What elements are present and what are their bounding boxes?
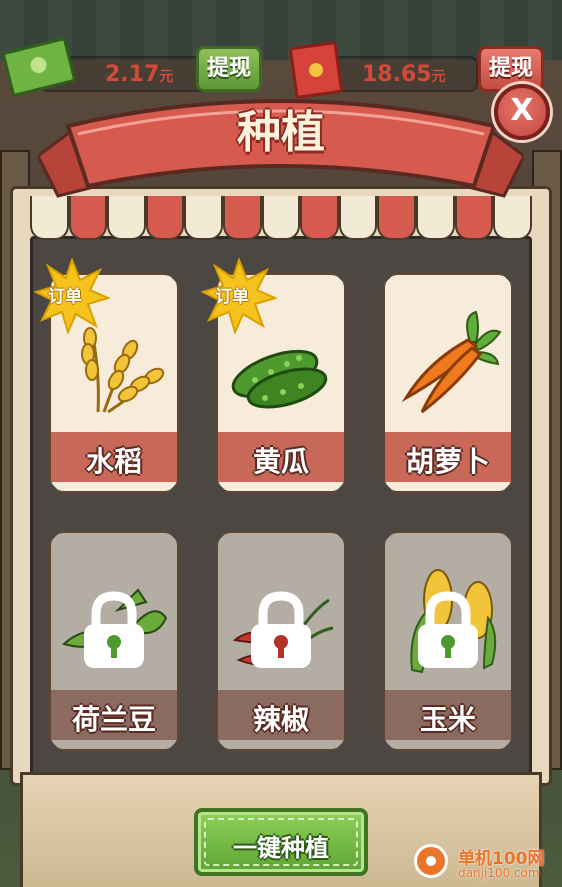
red-packet-value: 18.65	[362, 62, 432, 87]
red-packet-unit: 元	[431, 69, 446, 85]
plant-all-button[interactable]: 一键种植	[194, 808, 368, 876]
crop-name: 水稻	[85, 445, 142, 478]
red-packet-balance: 18.65元	[362, 62, 446, 87]
crop-name: 辣椒	[252, 703, 309, 736]
order-badge-label: 订单	[48, 287, 82, 307]
order-badge: 订单	[33, 257, 111, 335]
site-watermark: 单机100网 danji100.com	[412, 838, 562, 887]
carrot-icon	[401, 310, 502, 414]
crop-name: 胡萝卜	[405, 445, 490, 478]
crop-card-snow-pea[interactable]: 荷兰豆	[48, 530, 180, 752]
cash-unit: 元	[159, 69, 174, 85]
crop-card-rice[interactable]: 水稻 订单	[33, 257, 180, 494]
crop-card-corn[interactable]: 玉米	[382, 530, 514, 752]
crop-card-carrot[interactable]: 胡萝卜	[382, 272, 514, 494]
watermark-logo-icon	[414, 844, 448, 878]
crop-name: 玉米	[419, 703, 476, 736]
dialog-title: 种植	[237, 107, 325, 158]
order-badge: 订单	[200, 257, 278, 335]
close-button[interactable]: X	[494, 84, 550, 140]
cash-value: 2.17	[105, 62, 160, 87]
plant-all-label: 一键种植	[233, 834, 329, 862]
order-badge-label: 订单	[215, 287, 249, 307]
watermark-url: danji100.com	[458, 866, 540, 880]
crop-card-cucumber[interactable]: 黄瓜 订单	[200, 257, 347, 494]
lock-icon	[418, 591, 478, 668]
crop-name: 荷兰豆	[71, 703, 156, 736]
crop-name: 黄瓜	[252, 445, 309, 478]
lock-icon	[251, 591, 311, 668]
lock-icon	[84, 591, 144, 668]
cash-balance: 2.17元	[105, 62, 173, 87]
crop-card-chili[interactable]: 辣椒	[215, 530, 347, 752]
